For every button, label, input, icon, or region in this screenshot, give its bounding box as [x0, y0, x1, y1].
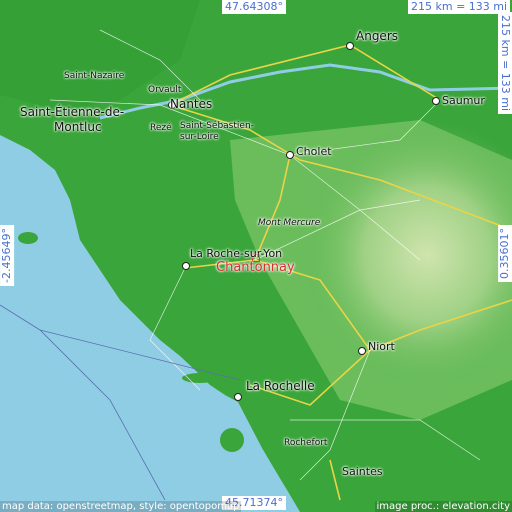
city-marker-niort: [358, 347, 366, 355]
city-marker-angers: [346, 42, 354, 50]
city-label-la-roche-sur-yon: La Roche-sur-Yon: [190, 247, 283, 260]
peak-label-mont-mercure: Mont Mercure: [258, 218, 321, 228]
city-marker-saumur: [432, 97, 440, 105]
city-label-saint-sebastien: Saint-Sébastien-: [180, 121, 254, 131]
city-label-nantes: Nantes: [170, 97, 213, 111]
city-label-niort: Niort: [368, 340, 395, 353]
city-label-saint-etienne-de: Saint-Étienne-de-: [20, 105, 125, 119]
map-credit-left: map data: openstreetmap, style: opentopo…: [0, 501, 242, 512]
elevation-map[interactable]: 47.64308° 45.71374° -2.45649° 0.35601° 2…: [0, 0, 512, 512]
target-city-label: Chantonnay: [216, 260, 295, 275]
city-label-orvault: Orvault: [148, 85, 182, 95]
north-latitude-label: 47.64308°: [222, 0, 286, 15]
scale-horizontal-label: 215 km = 133 mi: [408, 0, 511, 15]
city-label-sur-loire: sur-Loire: [180, 132, 219, 142]
city-label-montluc: Montluc: [54, 120, 102, 134]
city-label-la-rochelle: La Rochelle: [246, 379, 315, 393]
city-label-saumur: Saumur: [442, 94, 485, 107]
city-marker-la-rochelle: [234, 393, 242, 401]
city-marker-la-roche-sur-yon: [182, 262, 190, 270]
west-longitude-label: -2.45649°: [0, 225, 15, 286]
city-label-reze: Rezé: [150, 123, 172, 133]
scale-vertical-label: 215 km = 133 mi: [498, 12, 512, 115]
city-label-cholet: Cholet: [296, 145, 332, 158]
city-label-rochefort: Rochefort: [284, 438, 328, 448]
city-label-saint-nazaire: Saint-Nazaire: [64, 71, 125, 81]
city-label-saintes: Saintes: [342, 465, 383, 478]
city-marker-cholet: [286, 151, 294, 159]
map-credit-right: image proc.: elevation.city: [374, 501, 512, 512]
city-label-angers: Angers: [356, 29, 398, 43]
east-longitude-label: 0.35601°: [498, 225, 512, 282]
